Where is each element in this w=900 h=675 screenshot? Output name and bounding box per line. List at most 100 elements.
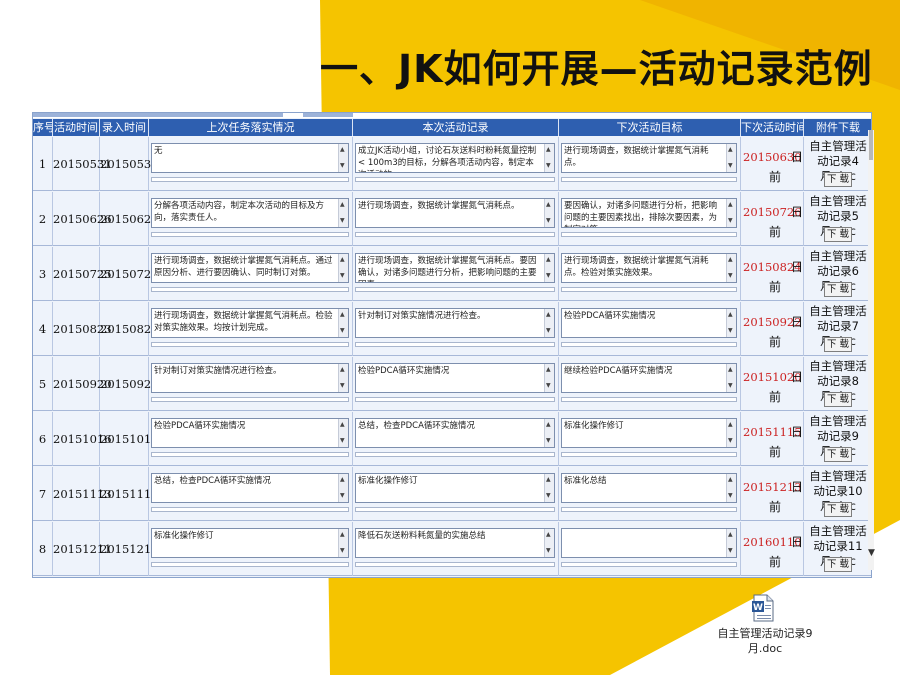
last-task-field-text: 标准化操作修订: [154, 531, 214, 541]
textbox-scrollbar[interactable]: [726, 419, 736, 447]
textbox-scrollbar[interactable]: [544, 199, 554, 227]
textbox-scrollbar[interactable]: [726, 364, 736, 392]
column-header: 活动时间: [54, 119, 100, 136]
last-task-field[interactable]: 分解各项活动内容，制定本次活动的目标及方向，落实责任人。: [151, 198, 349, 228]
horizontal-scrollbar[interactable]: [151, 507, 349, 512]
download-button[interactable]: 下 载: [824, 172, 852, 187]
textbox-scrollbar[interactable]: [338, 364, 348, 392]
horizontal-scrollbar[interactable]: [151, 177, 349, 182]
horizontal-scrollbar[interactable]: [151, 232, 349, 237]
textbox-scrollbar[interactable]: [726, 254, 736, 282]
next-target-field-text: 继续检验PDCA循环实施情况: [564, 366, 673, 376]
last-task-field[interactable]: 无: [151, 143, 349, 173]
textbox-scrollbar[interactable]: [726, 474, 736, 502]
textbox-scrollbar[interactable]: [338, 254, 348, 282]
download-button[interactable]: 下 载: [824, 557, 852, 572]
next-target-field[interactable]: 要因确认，对诸多问题进行分析，把影响问题的主要因素找出，排除次要因素，为制定对策: [561, 198, 737, 228]
download-button[interactable]: 下 载: [824, 337, 852, 352]
last-task-field[interactable]: 总结，检查PDCA循环实施情况: [151, 473, 349, 503]
download-button[interactable]: 下 载: [824, 447, 852, 462]
horizontal-scrollbar[interactable]: [561, 287, 737, 292]
horizontal-scrollbar[interactable]: [355, 562, 555, 567]
horizontal-scrollbar[interactable]: [151, 397, 349, 402]
next-target-field[interactable]: 进行现场调查，数据统计掌握氮气消耗点。: [561, 143, 737, 173]
textbox-scrollbar[interactable]: [726, 199, 736, 227]
current-record-field[interactable]: 进行现场调查，数据统计掌握氮气消耗点。要因确认，对诸多问题进行分析，把影响问题的…: [355, 253, 555, 283]
textbox-scrollbar[interactable]: [726, 144, 736, 172]
last-task-field[interactable]: 进行现场调查，数据统计掌握氮气消耗点。检验对策实施效果。均按计划完成。: [151, 308, 349, 338]
textbox-scrollbar[interactable]: [726, 309, 736, 337]
next-target-field[interactable]: 检验PDCA循环实施情况: [561, 308, 737, 338]
download-button[interactable]: 下 载: [824, 392, 852, 407]
last-task-field-text: 进行现场调查，数据统计掌握氮气消耗点。检验对策实施效果。均按计划完成。: [154, 311, 333, 333]
horizontal-scrollbar[interactable]: [151, 342, 349, 347]
vertical-scrollbar[interactable]: [868, 130, 874, 570]
current-record-field[interactable]: 成立JK活动小组，讨论石灰送料时粉耗氮量控制< 100m3的目标，分解各项活动内…: [355, 143, 555, 173]
horizontal-scrollbar[interactable]: [561, 397, 737, 402]
next-activity-time: 20150726 日 前: [741, 192, 804, 246]
horizontal-scrollbar[interactable]: [561, 342, 737, 347]
activity-time: 20151113: [53, 467, 112, 521]
next-target-field[interactable]: 进行现场调查，数据统计掌握氮气消耗点。检验对策实施效果。: [561, 253, 737, 283]
horizontal-scrollbar[interactable]: [151, 287, 349, 292]
current-record-field-text: 检验PDCA循环实施情况: [358, 366, 450, 376]
current-record-field[interactable]: 进行现场调查，数据统计掌握氮气消耗点。: [355, 198, 555, 228]
last-task-field[interactable]: 进行现场调查，数据统计掌握氮气消耗点。通过原因分析、进行要因确认、同时制订对策。: [151, 253, 349, 283]
last-task-field[interactable]: 针对制订对策实施情况进行检查。: [151, 363, 349, 393]
current-record-field-text: 总结，检查PDCA循环实施情况: [358, 421, 475, 431]
horizontal-scrollbar[interactable]: [355, 397, 555, 402]
textbox-scrollbar[interactable]: [338, 199, 348, 227]
table-row: 2 20150626 20150626 分解各项活动内容，制定本次活动的目标及方向，…: [33, 192, 871, 246]
current-record-field[interactable]: 标准化操作修订: [355, 473, 555, 503]
textbox-scrollbar[interactable]: [726, 529, 736, 557]
horizontal-scrollbar[interactable]: [355, 507, 555, 512]
next-target-field[interactable]: [561, 528, 737, 558]
current-record-field[interactable]: 降低石灰送粉料耗氮量的实施总结: [355, 528, 555, 558]
entry-time: 20151113: [100, 467, 159, 521]
textbox-scrollbar[interactable]: [338, 419, 348, 447]
next-target-field[interactable]: 继续检验PDCA循环实施情况: [561, 363, 737, 393]
scroll-down-arrow-icon[interactable]: ▼: [868, 548, 875, 558]
horizontal-scrollbar[interactable]: [561, 232, 737, 237]
textbox-scrollbar[interactable]: [544, 364, 554, 392]
textbox-scrollbar[interactable]: [338, 309, 348, 337]
horizontal-scrollbar[interactable]: [561, 452, 737, 457]
textbox-scrollbar[interactable]: [544, 474, 554, 502]
last-task-field[interactable]: 检验PDCA循环实施情况: [151, 418, 349, 448]
attachment-cell: 自主管理活动记录11月.doc 下 载: [804, 522, 871, 576]
textbox-scrollbar[interactable]: [338, 474, 348, 502]
row-number: 1: [33, 137, 53, 191]
textbox-scrollbar[interactable]: [544, 529, 554, 557]
horizontal-scrollbar[interactable]: [355, 177, 555, 182]
table-header: 序号 活动时间 录入时间 上次任务落实情况 本次活动记录 下次活动目标 下次活动时间 附件下载: [33, 119, 871, 136]
textbox-scrollbar[interactable]: [544, 419, 554, 447]
horizontal-scrollbar[interactable]: [151, 452, 349, 457]
horizontal-scrollbar[interactable]: [151, 562, 349, 567]
textbox-scrollbar[interactable]: [544, 309, 554, 337]
current-record-field-text: 成立JK活动小组，讨论石灰送料时粉耗氮量控制< 100m3的目标，分解各项活动内…: [358, 146, 537, 172]
next-target-field[interactable]: 标准化总结: [561, 473, 737, 503]
horizontal-scrollbar[interactable]: [561, 177, 737, 182]
horizontal-scrollbar[interactable]: [355, 287, 555, 292]
horizontal-scrollbar[interactable]: [561, 562, 737, 567]
current-record-field[interactable]: 总结，检查PDCA循环实施情况: [355, 418, 555, 448]
textbox-scrollbar[interactable]: [544, 144, 554, 172]
current-record-field[interactable]: 检验PDCA循环实施情况: [355, 363, 555, 393]
last-task-field[interactable]: 标准化操作修订: [151, 528, 349, 558]
download-button[interactable]: 下 载: [824, 282, 852, 297]
row-number: 4: [33, 302, 53, 356]
current-record-field[interactable]: 针对制订对策实施情况进行检查。: [355, 308, 555, 338]
horizontal-scrollbar[interactable]: [561, 507, 737, 512]
horizontal-scrollbar[interactable]: [355, 452, 555, 457]
file-label[interactable]: 自主管理活动记录9月.doc: [705, 626, 825, 656]
textbox-scrollbar[interactable]: [338, 529, 348, 557]
download-button[interactable]: 下 载: [824, 502, 852, 517]
horizontal-scrollbar[interactable]: [355, 342, 555, 347]
textbox-scrollbar[interactable]: [338, 144, 348, 172]
textbox-scrollbar[interactable]: [544, 254, 554, 282]
word-document-icon[interactable]: W: [751, 594, 775, 622]
horizontal-scrollbar[interactable]: [355, 232, 555, 237]
table-tab-strip: [33, 113, 871, 118]
next-target-field[interactable]: 标准化操作修订: [561, 418, 737, 448]
download-button[interactable]: 下 载: [824, 227, 852, 242]
